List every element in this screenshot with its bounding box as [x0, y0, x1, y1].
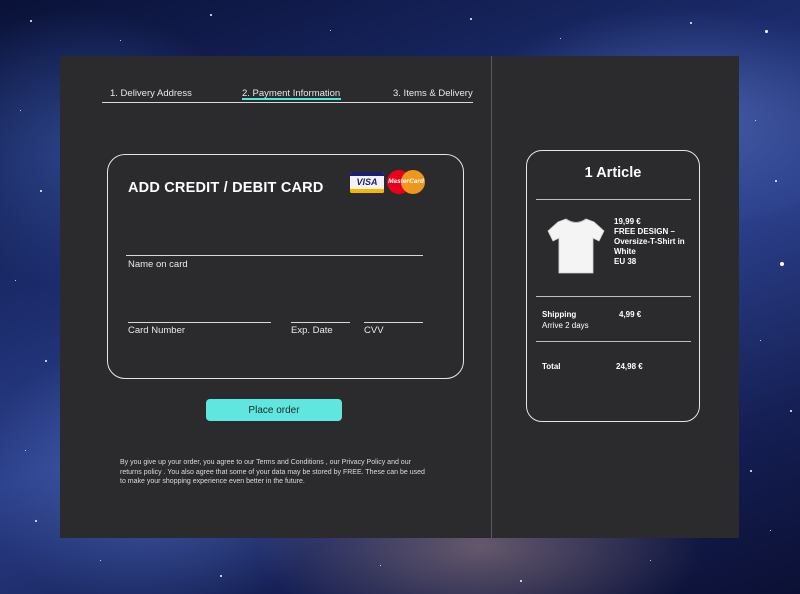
summary-divider: [536, 296, 691, 297]
cvv-input[interactable]: [364, 322, 423, 323]
item-name: FREE DESIGN – Oversize-T-Shirt in White: [614, 227, 685, 256]
card-form: ADD CREDIT / DEBIT CARD VISA MasterCard …: [107, 154, 464, 379]
exp-date-label: Exp. Date: [291, 325, 333, 336]
checkout-steps: 1. Delivery Address 2. Payment Informati…: [102, 86, 473, 103]
shipping-price: 4,99 €: [619, 310, 642, 319]
exp-date-input[interactable]: [291, 322, 350, 323]
name-on-card-label: Name on card: [128, 259, 188, 270]
active-step-indicator: [242, 98, 341, 100]
item-info: 19,99 € FREE DESIGN – Oversize-T-Shirt i…: [614, 217, 694, 267]
step-items-delivery[interactable]: 3. Items & Delivery: [393, 88, 473, 99]
total-label: Total: [542, 362, 561, 371]
mastercard-logo: MasterCard: [387, 170, 425, 194]
summary-divider: [536, 199, 691, 200]
cvv-label: CVV: [364, 325, 384, 336]
summary-divider: [536, 341, 691, 342]
shipping-label: Shipping: [542, 310, 577, 319]
card-number-input[interactable]: [128, 322, 271, 323]
legal-notice: By you give up your order, you agree to …: [120, 459, 425, 485]
card-number-label: Card Number: [128, 325, 186, 336]
order-summary: 1 Article 19,99 € FREE DESIGN – Oversize…: [526, 150, 700, 422]
checkout-panel: 1. Delivery Address 2. Payment Informati…: [60, 56, 739, 538]
summary-title: 1 Article: [584, 165, 642, 181]
step-delivery-address[interactable]: 1. Delivery Address: [110, 88, 192, 99]
tshirt-image: [547, 218, 605, 274]
item-size: EU 38: [614, 257, 637, 266]
card-form-title: ADD CREDIT / DEBIT CARD: [128, 180, 324, 196]
item-price: 19,99 €: [614, 217, 641, 226]
shipping-eta: Arrive 2 days: [542, 321, 589, 330]
panel-divider: [491, 56, 492, 538]
place-order-button[interactable]: Place order: [206, 399, 342, 421]
name-on-card-input[interactable]: [126, 255, 423, 256]
visa-logo: VISA: [350, 172, 384, 193]
total-price: 24,98 €: [616, 362, 643, 371]
